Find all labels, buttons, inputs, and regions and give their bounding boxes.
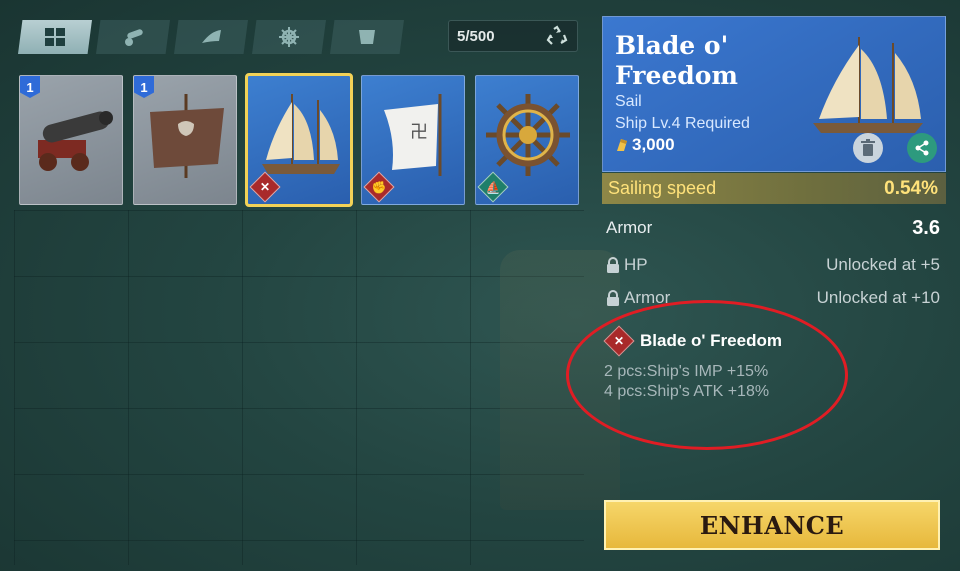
cost-value: 3,000 — [632, 135, 675, 154]
cannon-icon — [125, 29, 143, 46]
primary-stat-label: Sailing speed — [608, 178, 717, 198]
lock-icon — [607, 256, 619, 273]
sail-icon — [262, 94, 340, 174]
share-button[interactable] — [907, 133, 937, 163]
item-detail-header: Blade o' Freedom Sail Ship Lv.4 Required… — [602, 16, 946, 172]
item-card-tattered-sail[interactable]: 1 — [133, 75, 237, 205]
tab-cannon[interactable] — [96, 20, 170, 54]
tab-all[interactable] — [18, 20, 92, 54]
flag-icon — [359, 30, 375, 44]
highlight-annotation-ring — [566, 300, 848, 450]
cannon-icon — [38, 111, 113, 171]
tab-helm[interactable] — [252, 20, 326, 54]
capacity-text: 5/500 — [457, 27, 495, 45]
tattered-sail-icon — [150, 94, 224, 178]
ship-icon: ⛵ — [485, 179, 501, 194]
inventory-grid-background — [14, 210, 584, 565]
item-name: Blade o' Freedom — [615, 31, 738, 90]
category-tabs — [18, 20, 408, 54]
dismantle-button[interactable] — [853, 133, 883, 163]
sail-icon — [202, 30, 221, 43]
crossed-swords-icon: ✕ — [259, 180, 271, 194]
stat-row-armor: Armor 3.6 — [606, 215, 940, 241]
trash-icon — [861, 139, 875, 156]
item-list: 1 1 ✕ 卍 ✊ ⛵ — [19, 73, 589, 207]
primary-stat: Sailing speed 0.54% — [602, 173, 946, 204]
white-sail-icon: 卍 — [384, 94, 442, 176]
item-requirement: Ship Lv.4 Required — [615, 115, 750, 132]
tab-sail[interactable] — [174, 20, 248, 54]
share-icon — [915, 140, 929, 156]
coin-icon — [617, 139, 627, 151]
item-cost: 3,000 — [615, 135, 675, 155]
svg-text:卍: 卍 — [410, 122, 428, 143]
recycle-icon[interactable] — [545, 25, 569, 49]
item-card-white-sail[interactable]: 卍 ✊ — [361, 75, 465, 205]
item-type: Sail — [615, 93, 642, 110]
fist-icon: ✊ — [371, 179, 387, 194]
item-card-sail[interactable]: ✕ — [245, 73, 353, 207]
grid-icon — [45, 28, 65, 46]
locked-stat-label: HP — [624, 255, 648, 274]
locked-stat-value: Unlocked at +5 — [826, 255, 940, 274]
sail-art — [813, 37, 923, 133]
lock-icon — [607, 289, 619, 306]
helm-icon — [279, 27, 299, 47]
tab-flag[interactable] — [330, 20, 404, 54]
inventory-capacity: 5/500 — [448, 20, 578, 52]
locked-stat-value: Unlocked at +10 — [816, 288, 940, 307]
helm-icon — [486, 94, 570, 176]
stat-label: Armor — [606, 218, 653, 237]
primary-stat-value: 0.54% — [884, 177, 938, 199]
item-card-helm[interactable]: ⛵ — [475, 75, 579, 205]
locked-stat-hp: HP Unlocked at +5 — [606, 252, 940, 278]
item-card-cannon[interactable]: 1 — [19, 75, 123, 205]
stat-value: 3.6 — [912, 216, 940, 239]
enhance-button[interactable]: ENHANCE — [604, 500, 940, 550]
